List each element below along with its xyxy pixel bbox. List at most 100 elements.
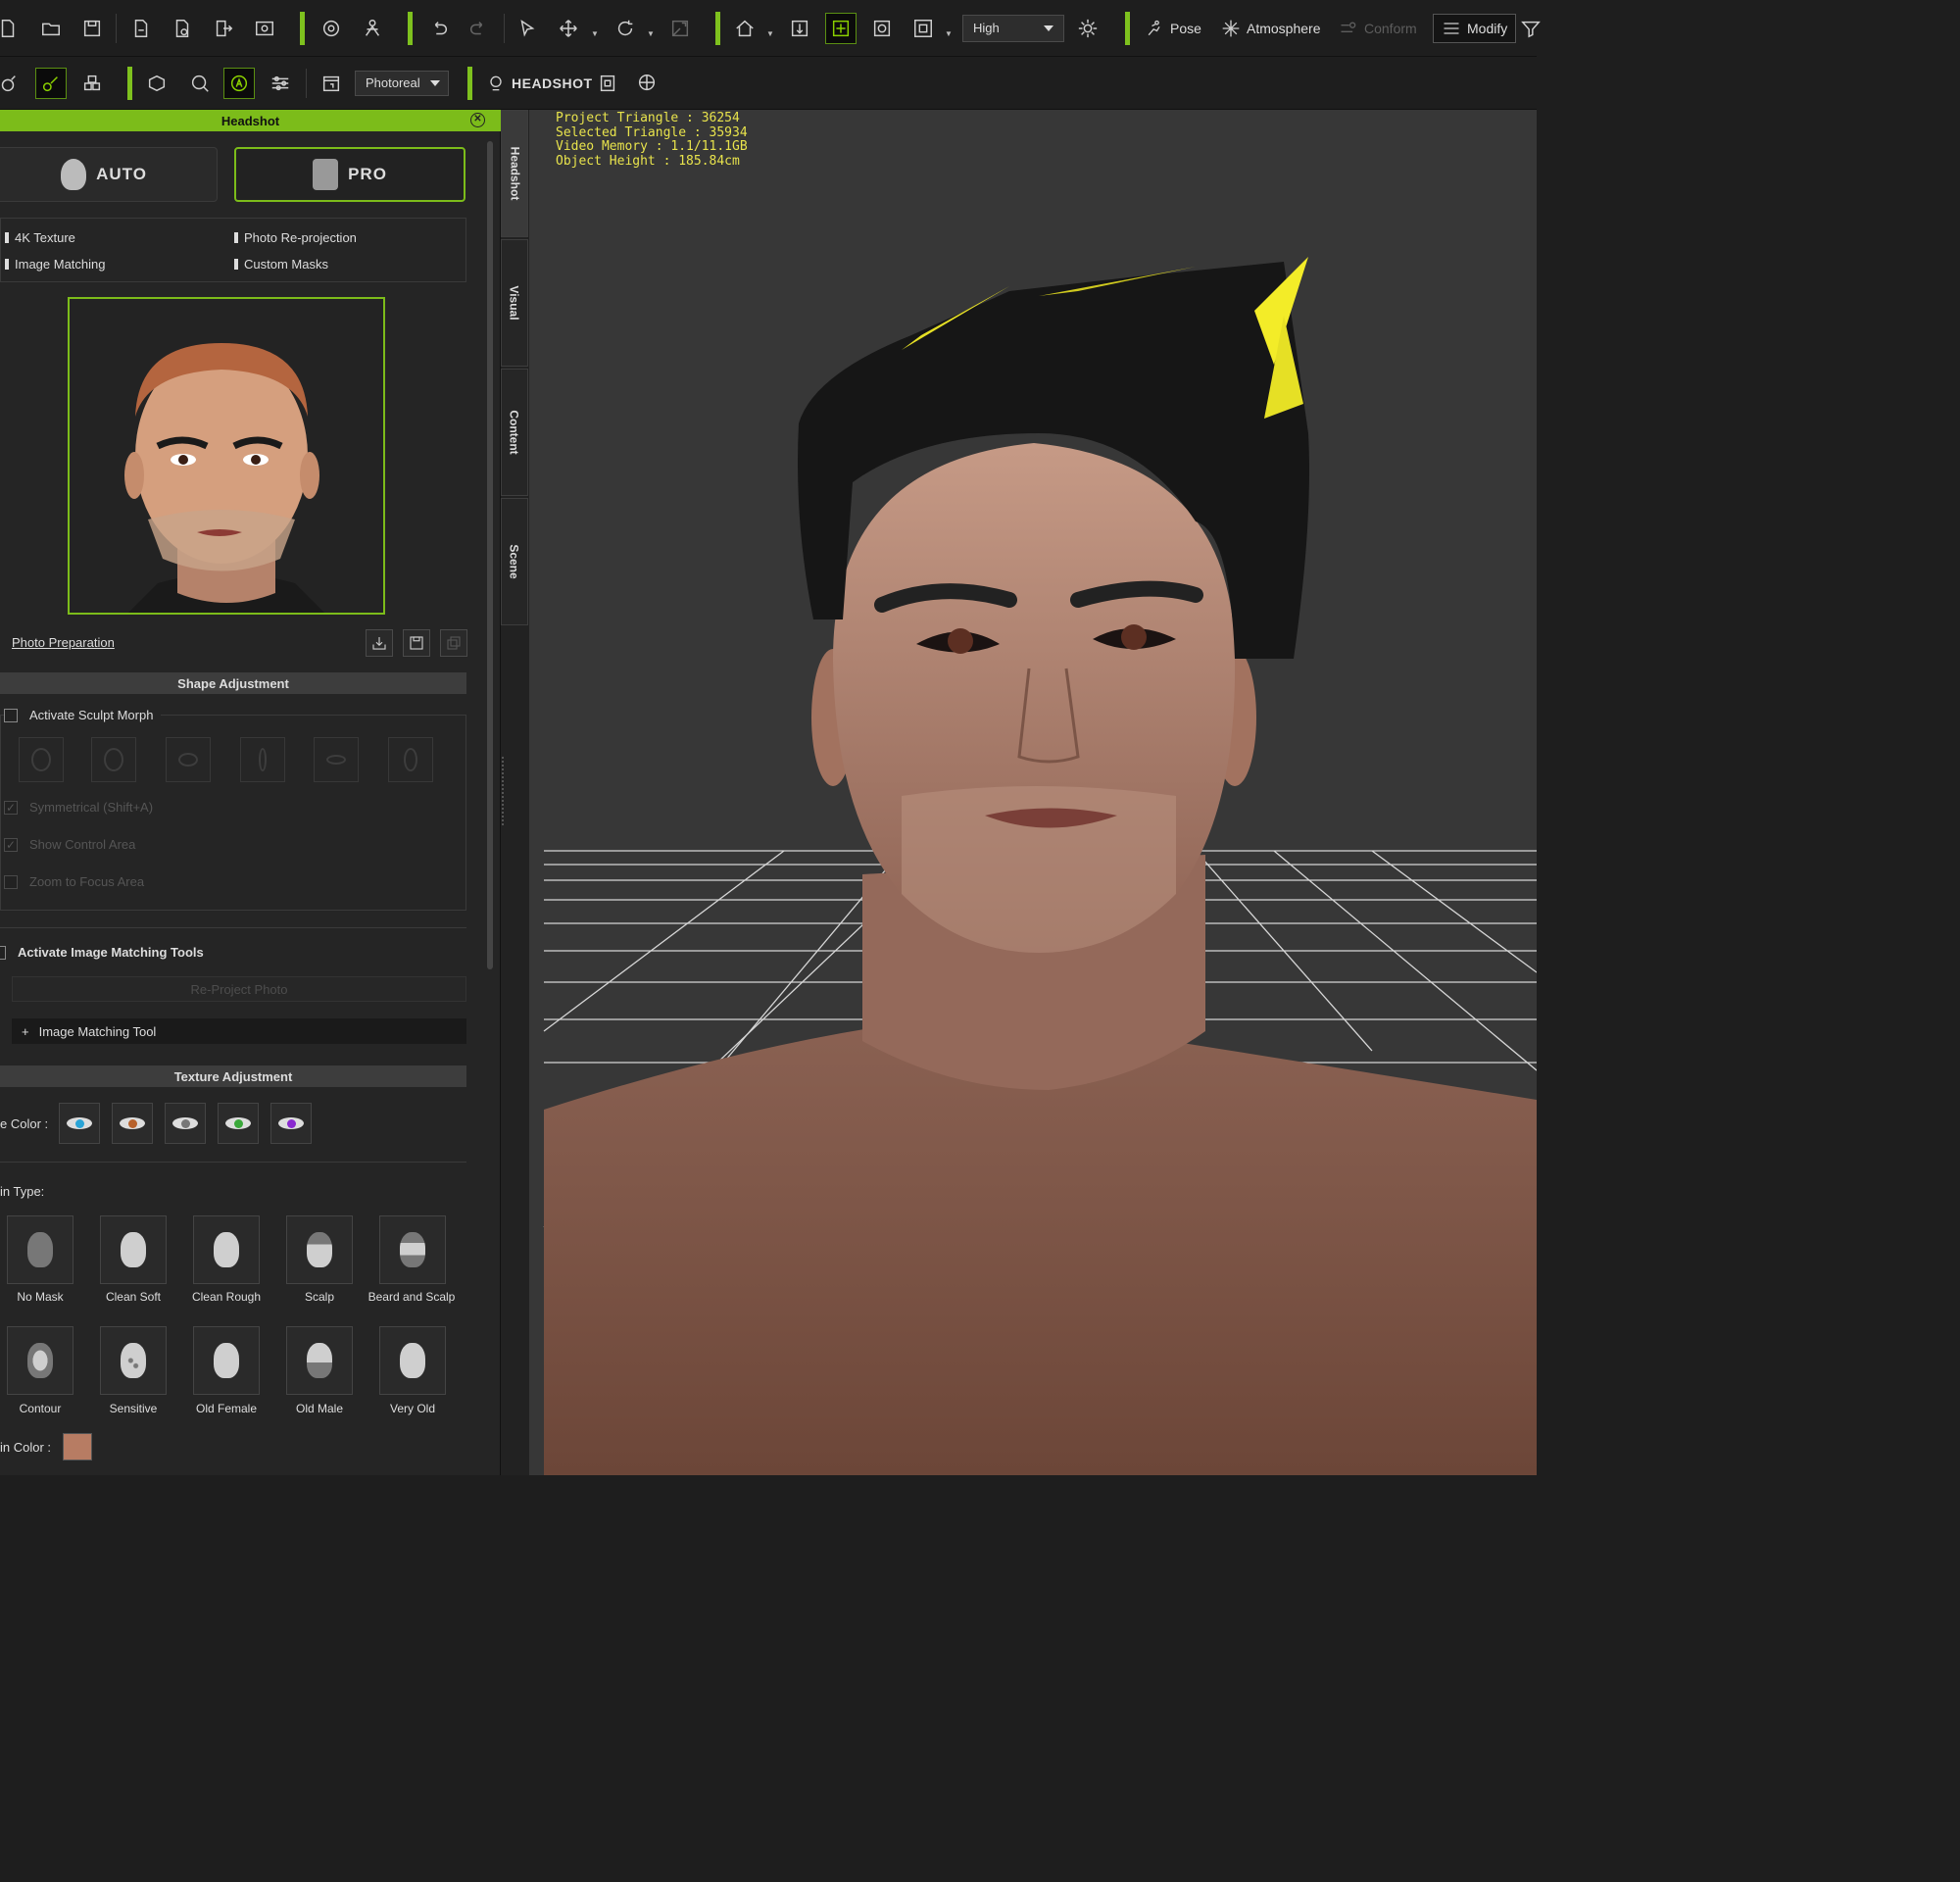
source-photo[interactable]	[68, 297, 385, 615]
skin-type-label-5: Contour	[19, 1402, 62, 1415]
eye-iris-icon	[180, 1118, 190, 1128]
stat-selected-triangle: Selected Triangle : 35934	[556, 124, 748, 140]
chevron-down-icon[interactable]: ▼	[647, 29, 655, 38]
reproject-photo-button[interactable]: Re-Project Photo	[12, 976, 466, 1002]
skin-type-sensitive[interactable]	[100, 1326, 167, 1395]
eye-color-gray-button[interactable]	[165, 1103, 206, 1144]
rotate-icon[interactable]	[612, 15, 639, 42]
chevron-down-icon	[429, 79, 440, 86]
auto-icon[interactable]	[223, 67, 255, 99]
face-scan-icon[interactable]	[594, 70, 621, 97]
redo-icon[interactable]	[465, 15, 492, 42]
eye-color-brown-button[interactable]	[112, 1103, 153, 1144]
show-control-area-checkbox[interactable]: Show Control Area	[4, 837, 135, 852]
reproject-photo-label: Re-Project Photo	[190, 981, 288, 997]
auto-mode-button[interactable]: AUTO	[0, 147, 218, 202]
skin-type-contour[interactable]	[7, 1326, 74, 1395]
skin-type-clean-rough[interactable]	[193, 1215, 260, 1284]
skin-type-old-male[interactable]	[286, 1326, 353, 1395]
headshot-plugin-button[interactable]: HEADSHOT	[486, 69, 593, 98]
select-arrow-icon[interactable]	[514, 15, 541, 42]
side-tab-strip: Headshot Visual Content Scene	[501, 110, 529, 1475]
smart-search-icon[interactable]	[318, 15, 345, 42]
filter-icon[interactable]	[1517, 15, 1544, 42]
app-window: ▼ ▼ ▼ ▼ High Pose Atmosphere Conform Mod…	[0, 0, 1541, 1475]
eye-color-blue-button[interactable]	[59, 1103, 100, 1144]
settings-sliders-icon[interactable]	[267, 70, 294, 97]
pro-mode-button[interactable]: PRO	[234, 147, 466, 202]
activate-image-matching-checkbox[interactable]: Activate Image Matching Tools	[0, 945, 204, 960]
panel-scrollbar[interactable]	[487, 141, 493, 969]
tab-visual-label: Visual	[508, 285, 522, 321]
skin-color-swatch[interactable]	[63, 1433, 92, 1461]
texture-adjustment-header[interactable]: Texture Adjustment	[0, 1065, 466, 1087]
tab-content[interactable]: Content	[501, 369, 528, 496]
cubes-icon[interactable]	[78, 70, 106, 97]
import-icon[interactable]	[127, 15, 155, 42]
conform-label: Conform	[1364, 20, 1417, 36]
chevron-down-icon[interactable]: ▼	[766, 29, 774, 38]
morph-icon[interactable]	[0, 70, 22, 97]
feature-4k-texture: 4K Texture	[3, 230, 75, 245]
calendar-icon[interactable]	[318, 70, 345, 97]
save-photo-button[interactable]	[403, 629, 430, 657]
render-mode-dropdown[interactable]: Photoreal	[355, 70, 449, 96]
modify-button[interactable]: Modify	[1433, 13, 1517, 43]
skin-type-beard-scalp[interactable]	[379, 1215, 446, 1284]
eye-color-purple-button[interactable]	[270, 1103, 312, 1144]
character-icon[interactable]	[359, 15, 386, 42]
activate-sculpt-morph-checkbox[interactable]: Activate Sculpt Morph	[4, 708, 162, 722]
tab-headshot[interactable]: Headshot	[501, 110, 528, 237]
load-photo-button[interactable]	[366, 629, 393, 657]
material-icon[interactable]	[143, 70, 171, 97]
undo-icon[interactable]	[425, 15, 453, 42]
head-mesh-icon[interactable]	[633, 70, 661, 97]
light-icon[interactable]	[1074, 15, 1102, 42]
skin-type-old-female[interactable]	[193, 1326, 260, 1395]
3d-viewport[interactable]: Project Triangle : 36254 Selected Triang…	[529, 110, 1537, 1475]
copy-photo-button[interactable]	[440, 629, 467, 657]
resize-handle[interactable]	[502, 757, 506, 825]
fit-height-icon[interactable]	[786, 15, 813, 42]
new-file-icon[interactable]	[0, 15, 22, 42]
image-matching-tool-label: Image Matching Tool	[38, 1023, 157, 1039]
chevron-down-icon[interactable]: ▼	[591, 29, 599, 38]
shape-adjustment-header[interactable]: Shape Adjustment	[0, 672, 466, 694]
edit-mesh-icon[interactable]	[35, 67, 67, 99]
close-icon[interactable]: ✕	[470, 113, 485, 127]
image-matching-tool-expander[interactable]: + Image Matching Tool	[12, 1018, 466, 1044]
eye-color-green-button[interactable]	[218, 1103, 259, 1144]
atmosphere-button[interactable]: Atmosphere	[1221, 14, 1320, 43]
export-icon[interactable]	[210, 15, 237, 42]
texture-adjustment-title: Texture Adjustment	[173, 1068, 293, 1084]
tab-visual[interactable]: Visual	[501, 239, 528, 367]
fit-selected-icon[interactable]	[825, 12, 857, 44]
photo-preparation-link[interactable]: Photo Preparation	[12, 635, 115, 650]
skin-type-no-mask[interactable]	[7, 1215, 74, 1284]
separator	[116, 13, 117, 43]
render-window-icon[interactable]	[251, 15, 278, 42]
inspect-icon[interactable]	[186, 70, 214, 97]
import-ic-icon[interactable]	[169, 15, 196, 42]
save-icon[interactable]	[78, 15, 106, 42]
home-icon[interactable]	[731, 15, 759, 42]
chevron-down-icon[interactable]: ▼	[945, 29, 953, 38]
skin-color-label: in Color :	[0, 1440, 52, 1455]
symmetrical-checkbox[interactable]: Symmetrical (Shift+A)	[4, 800, 153, 815]
move-icon[interactable]	[555, 15, 582, 42]
pose-button[interactable]: Pose	[1145, 14, 1201, 43]
skin-type-clean-soft[interactable]	[100, 1215, 167, 1284]
quality-dropdown[interactable]: High	[962, 14, 1064, 42]
head-mask-icon	[400, 1343, 425, 1378]
tab-scene[interactable]: Scene	[501, 498, 528, 625]
scale-icon[interactable]	[666, 15, 694, 42]
headshot-plugin-label: HEADSHOT	[512, 74, 593, 91]
zoom-focus-checkbox[interactable]: Zoom to Focus Area	[4, 874, 144, 889]
skin-type-scalp[interactable]	[286, 1215, 353, 1284]
conform-button[interactable]: Conform	[1339, 14, 1417, 43]
orbit-icon[interactable]	[868, 15, 896, 42]
symmetrical-label: Symmetrical (Shift+A)	[29, 800, 154, 815]
skin-type-very-old[interactable]	[379, 1326, 446, 1395]
open-folder-icon[interactable]	[37, 15, 65, 42]
camera-frame-icon[interactable]	[909, 15, 937, 42]
